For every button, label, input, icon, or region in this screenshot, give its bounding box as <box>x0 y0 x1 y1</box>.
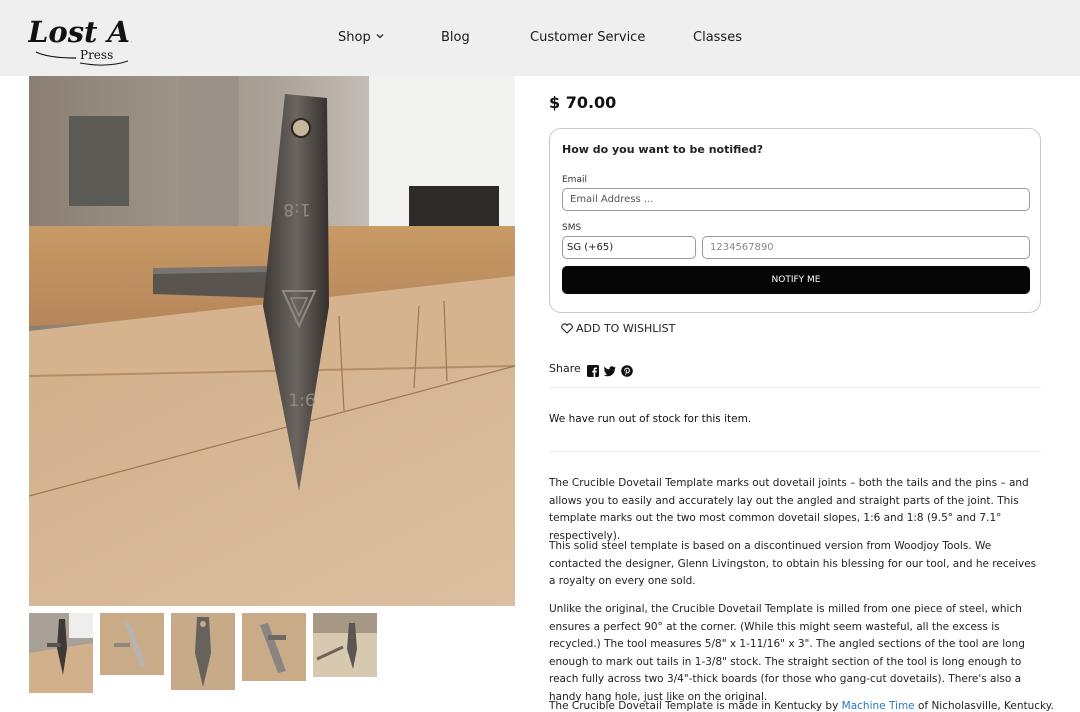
chevron-down-icon <box>376 34 384 39</box>
description-p4-tail: of Nicholasville, Kentucky. <box>914 700 1054 712</box>
description-paragraph-4: The Crucible Dovetail Template is made i… <box>549 698 1054 712</box>
country-code-select[interactable]: SG (+65) <box>562 236 696 259</box>
marking-1-8: 1:8 <box>283 199 310 219</box>
description-p4-text: The Crucible Dovetail Template is made i… <box>549 700 842 712</box>
phone-field[interactable] <box>702 236 1030 259</box>
email-field[interactable] <box>562 188 1030 211</box>
divider <box>549 387 1041 388</box>
notify-title: How do you want to be notified? <box>562 143 764 156</box>
add-to-wishlist-button[interactable]: ADD TO WISHLIST <box>561 322 675 335</box>
machine-time-link[interactable]: Machine Time <box>842 700 915 712</box>
marking-1-6: 1:6 <box>288 391 315 411</box>
product-price: $ 70.00 <box>549 93 617 112</box>
logo-line2: Press <box>80 48 113 62</box>
description-paragraph-2: This solid steel template is based on a … <box>549 540 1037 587</box>
nav-customer-service[interactable]: Customer Service <box>530 30 645 45</box>
description-paragraph-1: The Crucible Dovetail Template marks out… <box>549 477 1029 542</box>
site-header: Lost Art Press Shop Blog Customer Servic… <box>0 0 1080 76</box>
out-of-stock-message: We have run out of stock for this item. <box>549 413 752 425</box>
nav-shop-label: Shop <box>338 30 371 45</box>
nav-blog[interactable]: Blog <box>441 30 470 45</box>
pinterest-icon[interactable] <box>621 362 634 377</box>
share-label: Share <box>549 362 581 375</box>
product-main-image[interactable]: 1:8 1:6 <box>29 76 515 606</box>
email-label: Email <box>562 175 587 185</box>
twitter-icon[interactable] <box>604 362 617 377</box>
nav-shop[interactable]: Shop <box>338 30 384 45</box>
description-paragraph-3: Unlike the original, the Crucible Doveta… <box>549 603 1025 703</box>
thumbnail-1[interactable] <box>29 613 93 693</box>
thumbnail-5[interactable] <box>313 613 377 677</box>
divider <box>549 451 1041 452</box>
wishlist-label: ADD TO WISHLIST <box>576 322 676 335</box>
thumbnail-3[interactable] <box>171 613 235 690</box>
nav-classes[interactable]: Classes <box>693 30 742 45</box>
sms-label: SMS <box>562 223 582 233</box>
facebook-icon[interactable] <box>587 362 600 377</box>
thumbnail-4[interactable] <box>242 613 306 681</box>
heart-icon <box>561 323 573 334</box>
main-nav: Shop Blog Customer Service Classes <box>0 30 1080 48</box>
logo-flourish <box>35 51 77 59</box>
back-in-stock-form: How do you want to be notified? Email SM… <box>549 128 1041 313</box>
notify-me-button[interactable]: NOTIFY ME <box>562 266 1030 294</box>
thumbnail-2[interactable] <box>100 613 164 675</box>
product-photo: 1:8 1:6 <box>29 76 515 606</box>
